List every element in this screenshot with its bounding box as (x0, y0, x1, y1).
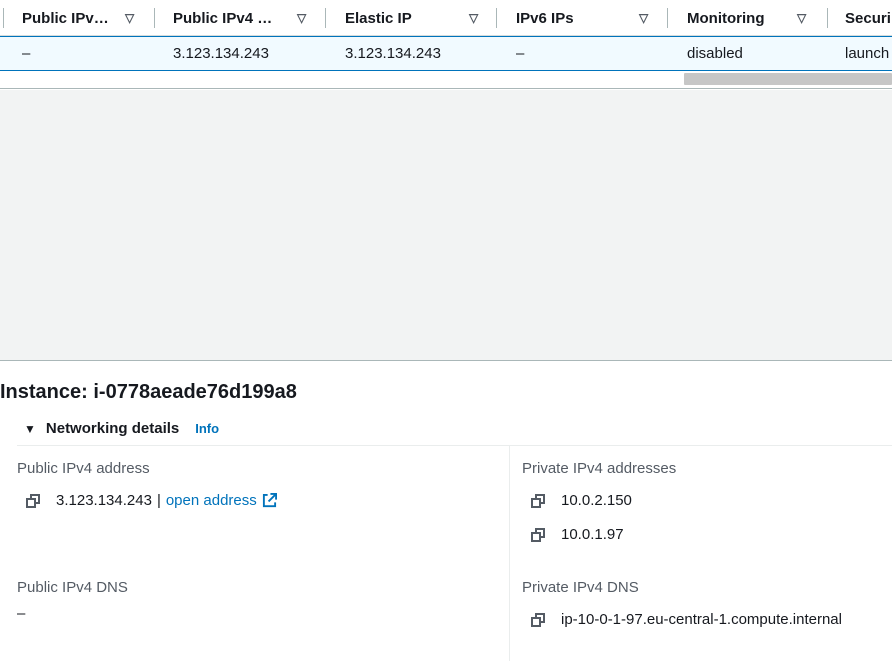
private-ipv4-address-item: 10.0.2.150 (531, 492, 632, 509)
section-divider (17, 445, 892, 446)
column-header-label: Public IPv4 … (173, 9, 273, 27)
sort-icon[interactable]: ▽ (125, 11, 134, 25)
instances-table: Public IPv… ▽ Public IPv4 … ▽ Elastic IP… (0, 0, 892, 89)
column-divider (509, 446, 510, 661)
sort-icon[interactable]: ▽ (469, 11, 478, 25)
column-separator[interactable] (496, 8, 497, 28)
separator: | (156, 492, 161, 509)
private-ipv4-dns-text: ip-10-0-1-97.eu-central-1.compute.intern… (561, 611, 842, 628)
column-header-ipv6-ips[interactable]: IPv6 IPs ▽ (516, 0, 666, 36)
private-ipv4-addresses-label: Private IPv4 addresses (522, 460, 677, 477)
copy-icon[interactable] (531, 612, 545, 627)
table-cell-elastic-ip: 3.123.134.243 (345, 45, 441, 62)
table-cell-public-ipv4-address: 3.123.134.243 (173, 45, 269, 62)
column-header-label: Public IPv… (22, 9, 109, 27)
column-header-label: IPv6 IPs (516, 9, 574, 27)
table-cell-ipv6-ips: – (516, 45, 525, 62)
table-header: Public IPv… ▽ Public IPv4 … ▽ Elastic IP… (0, 0, 892, 36)
private-ipv4-address-text: 10.0.2.150 (561, 492, 632, 509)
column-header-security[interactable]: Securi (845, 0, 892, 36)
private-ipv4-dns-value: ip-10-0-1-97.eu-central-1.compute.intern… (531, 611, 842, 628)
sort-icon[interactable]: ▽ (639, 11, 648, 25)
column-header-label: Elastic IP (345, 9, 412, 27)
networking-details-header[interactable]: ▼ Networking details Info (24, 420, 219, 437)
column-separator[interactable] (3, 8, 4, 28)
copy-icon[interactable] (531, 493, 545, 508)
column-separator[interactable] (827, 8, 828, 28)
table-cell-security: launch (845, 45, 890, 62)
table-bottom-border (0, 88, 892, 89)
instance-details-panel: Instance: i-0778aeade76d199a8 ▼ Networki… (0, 361, 892, 661)
public-ipv4-dns-label: Public IPv4 DNS (17, 579, 128, 596)
table-cell-monitoring: disabled (687, 45, 743, 62)
section-title: Networking details (45, 420, 180, 437)
sort-icon[interactable]: ▽ (297, 11, 306, 25)
private-ipv4-address-item: 10.0.1.97 (531, 526, 624, 543)
column-separator[interactable] (154, 8, 155, 28)
public-ipv4-address-value: 3.123.134.243 | open address (26, 492, 277, 509)
info-link[interactable]: Info (195, 421, 219, 436)
caret-down-icon[interactable]: ▼ (24, 422, 36, 436)
copy-icon[interactable] (26, 493, 40, 508)
column-separator[interactable] (667, 8, 668, 28)
copy-icon[interactable] (531, 527, 545, 542)
public-ipv4-address-text: 3.123.134.243 (56, 492, 152, 509)
sort-icon[interactable]: ▽ (797, 11, 806, 25)
column-header-public-ipv4-dns[interactable]: Public IPv… ▽ (22, 0, 144, 36)
horizontal-scrollbar-thumb[interactable] (684, 73, 892, 85)
column-header-label: Securi (845, 9, 891, 27)
public-ipv4-dns-value: – (17, 605, 26, 622)
external-link-icon[interactable] (262, 493, 277, 508)
column-header-monitoring[interactable]: Monitoring ▽ (687, 0, 817, 36)
column-separator[interactable] (325, 8, 326, 28)
column-header-label: Monitoring (687, 9, 765, 27)
private-ipv4-dns-label: Private IPv4 DNS (522, 579, 639, 596)
open-address-link[interactable]: open address (166, 492, 257, 509)
column-header-elastic-ip[interactable]: Elastic IP ▽ (345, 0, 495, 36)
table-empty-area (0, 90, 892, 360)
private-ipv4-address-text: 10.0.1.97 (561, 526, 624, 543)
public-ipv4-address-label: Public IPv4 address (17, 460, 150, 477)
table-cell-public-ipv4-dns: – (22, 45, 31, 62)
table-row-selected[interactable]: – 3.123.134.243 3.123.134.243 – disabled… (0, 36, 892, 71)
column-header-public-ipv4-address[interactable]: Public IPv4 … ▽ (173, 0, 323, 36)
instance-title: Instance: i-0778aeade76d199a8 (0, 381, 297, 403)
